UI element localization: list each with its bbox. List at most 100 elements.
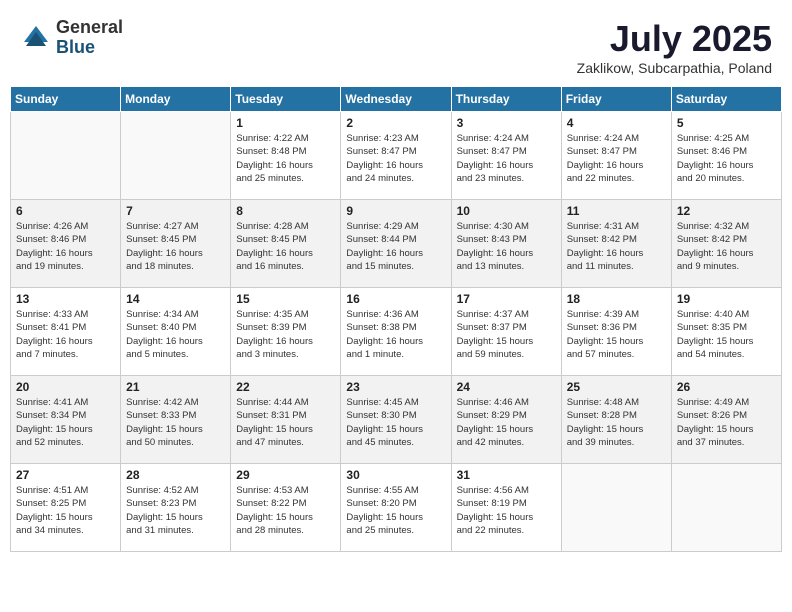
day-info: Sunrise: 4:39 AMSunset: 8:36 PMDaylight:… (567, 308, 666, 361)
day-info: Sunrise: 4:28 AMSunset: 8:45 PMDaylight:… (236, 220, 335, 273)
day-number: 15 (236, 292, 335, 306)
calendar-day-cell: 24 Sunrise: 4:46 AMSunset: 8:29 PMDayligh… (451, 376, 561, 464)
calendar-day-cell: 30Sunrise: 4:55 AMSunset: 8:20 PMDayligh… (341, 464, 451, 552)
calendar-day-cell: 3 Sunrise: 4:24 AMSunset: 8:47 PMDaylight… (451, 112, 561, 200)
calendar-table: SundayMondayTuesdayWednesdayThursdayFrid… (10, 86, 782, 552)
calendar-day-cell: 14Sunrise: 4:34 AMSunset: 8:40 PMDayligh… (121, 288, 231, 376)
day-number: 6 (16, 204, 115, 218)
calendar-day-cell: 20 Sunrise: 4:41 AMSunset: 8:34 PMDayligh… (11, 376, 121, 464)
day-number: 3 (457, 116, 556, 130)
month-title: July 2025 (577, 18, 772, 60)
calendar-day-cell: 11 Sunrise: 4:31 AMSunset: 8:42 PMDayligh… (561, 200, 671, 288)
day-info: Sunrise: 4:41 AMSunset: 8:34 PMDaylight:… (16, 396, 115, 449)
day-info: Sunrise: 4:56 AMSunset: 8:19 PMDaylight:… (457, 484, 556, 537)
day-info: Sunrise: 4:49 AMSunset: 8:26 PMDaylight:… (677, 396, 776, 449)
calendar-day-cell: 9 Sunrise: 4:29 AMSunset: 8:44 PMDaylight… (341, 200, 451, 288)
day-number: 1 (236, 116, 335, 130)
day-number: 23 (346, 380, 445, 394)
day-info: Sunrise: 4:27 AMSunset: 8:45 PMDaylight:… (126, 220, 225, 273)
day-number: 11 (567, 204, 666, 218)
calendar-day-cell: 21 Sunrise: 4:42 AMSunset: 8:33 PMDayligh… (121, 376, 231, 464)
day-info: Sunrise: 4:31 AMSunset: 8:42 PMDaylight:… (567, 220, 666, 273)
day-info: Sunrise: 4:45 AMSunset: 8:30 PMDaylight:… (346, 396, 445, 449)
calendar-day-cell: 1Sunrise: 4:22 AMSunset: 8:48 PMDaylight… (231, 112, 341, 200)
calendar-day-cell: 28Sunrise: 4:52 AMSunset: 8:23 PMDayligh… (121, 464, 231, 552)
calendar-day-cell: 31 Sunrise: 4:56 AMSunset: 8:19 PMDayligh… (451, 464, 561, 552)
day-number: 19 (677, 292, 776, 306)
day-info: Sunrise: 4:26 AMSunset: 8:46 PMDaylight:… (16, 220, 115, 273)
day-number: 22 (236, 380, 335, 394)
calendar-day-cell: 18 Sunrise: 4:39 AMSunset: 8:36 PMDayligh… (561, 288, 671, 376)
day-number: 12 (677, 204, 776, 218)
logo: General Blue (20, 18, 123, 58)
day-number: 17 (457, 292, 556, 306)
day-number: 30 (346, 468, 445, 482)
calendar-day-cell (671, 464, 781, 552)
weekday-header: Tuesday (231, 87, 341, 112)
weekday-header: Thursday (451, 87, 561, 112)
day-info: Sunrise: 4:42 AMSunset: 8:33 PMDaylight:… (126, 396, 225, 449)
day-number: 28 (126, 468, 225, 482)
calendar-day-cell: 25 Sunrise: 4:48 AMSunset: 8:28 PMDayligh… (561, 376, 671, 464)
day-info: Sunrise: 4:35 AMSunset: 8:39 PMDaylight:… (236, 308, 335, 361)
day-info: Sunrise: 4:24 AMSunset: 8:47 PMDaylight:… (567, 132, 666, 185)
day-number: 13 (16, 292, 115, 306)
calendar-day-cell (561, 464, 671, 552)
calendar-day-cell: 15 Sunrise: 4:35 AMSunset: 8:39 PMDayligh… (231, 288, 341, 376)
weekday-header: Wednesday (341, 87, 451, 112)
day-number: 8 (236, 204, 335, 218)
calendar-day-cell: 26 Sunrise: 4:49 AMSunset: 8:26 PMDayligh… (671, 376, 781, 464)
day-number: 7 (126, 204, 225, 218)
day-info: Sunrise: 4:46 AMSunset: 8:29 PMDaylight:… (457, 396, 556, 449)
day-info: Sunrise: 4:44 AMSunset: 8:31 PMDaylight:… (236, 396, 335, 449)
calendar-week-row: 20 Sunrise: 4:41 AMSunset: 8:34 PMDayligh… (11, 376, 782, 464)
day-info: Sunrise: 4:36 AMSunset: 8:38 PMDaylight:… (346, 308, 445, 361)
day-info: Sunrise: 4:40 AMSunset: 8:35 PMDaylight:… (677, 308, 776, 361)
calendar-day-cell: 5Sunrise: 4:25 AMSunset: 8:46 PMDaylight… (671, 112, 781, 200)
day-number: 18 (567, 292, 666, 306)
calendar-day-cell: 7 Sunrise: 4:27 AMSunset: 8:45 PMDaylight… (121, 200, 231, 288)
calendar-day-cell: 23 Sunrise: 4:45 AMSunset: 8:30 PMDayligh… (341, 376, 451, 464)
day-number: 2 (346, 116, 445, 130)
day-number: 24 (457, 380, 556, 394)
day-info: Sunrise: 4:30 AMSunset: 8:43 PMDaylight:… (457, 220, 556, 273)
day-number: 9 (346, 204, 445, 218)
weekday-header: Sunday (11, 87, 121, 112)
page-header: General Blue July 2025 Zaklikow, Subcarp… (10, 10, 782, 80)
logo-blue: Blue (56, 38, 123, 58)
day-number: 16 (346, 292, 445, 306)
weekday-header: Friday (561, 87, 671, 112)
weekday-header: Saturday (671, 87, 781, 112)
day-number: 25 (567, 380, 666, 394)
day-number: 27 (16, 468, 115, 482)
logo-text: General Blue (56, 18, 123, 58)
day-info: Sunrise: 4:32 AMSunset: 8:42 PMDaylight:… (677, 220, 776, 273)
title-block: July 2025 Zaklikow, Subcarpathia, Poland (577, 18, 772, 76)
day-number: 26 (677, 380, 776, 394)
calendar-day-cell (121, 112, 231, 200)
calendar-day-cell: 2Sunrise: 4:23 AMSunset: 8:47 PMDaylight… (341, 112, 451, 200)
weekday-header-row: SundayMondayTuesdayWednesdayThursdayFrid… (11, 87, 782, 112)
logo-general: General (56, 18, 123, 38)
calendar-day-cell: 13Sunrise: 4:33 AMSunset: 8:41 PMDayligh… (11, 288, 121, 376)
calendar-week-row: 13Sunrise: 4:33 AMSunset: 8:41 PMDayligh… (11, 288, 782, 376)
day-info: Sunrise: 4:51 AMSunset: 8:25 PMDaylight:… (16, 484, 115, 537)
calendar-day-cell: 10 Sunrise: 4:30 AMSunset: 8:43 PMDayligh… (451, 200, 561, 288)
calendar-day-cell: 17Sunrise: 4:37 AMSunset: 8:37 PMDayligh… (451, 288, 561, 376)
calendar-day-cell: 6 Sunrise: 4:26 AMSunset: 8:46 PMDaylight… (11, 200, 121, 288)
day-number: 10 (457, 204, 556, 218)
day-info: Sunrise: 4:24 AMSunset: 8:47 PMDaylight:… (457, 132, 556, 185)
calendar-day-cell: 27 Sunrise: 4:51 AMSunset: 8:25 PMDayligh… (11, 464, 121, 552)
day-number: 21 (126, 380, 225, 394)
calendar-day-cell: 8 Sunrise: 4:28 AMSunset: 8:45 PMDaylight… (231, 200, 341, 288)
location-subtitle: Zaklikow, Subcarpathia, Poland (577, 60, 772, 76)
day-number: 4 (567, 116, 666, 130)
calendar-day-cell: 4 Sunrise: 4:24 AMSunset: 8:47 PMDaylight… (561, 112, 671, 200)
logo-icon (20, 22, 52, 54)
calendar-week-row: 1Sunrise: 4:22 AMSunset: 8:48 PMDaylight… (11, 112, 782, 200)
day-number: 20 (16, 380, 115, 394)
day-number: 5 (677, 116, 776, 130)
day-info: Sunrise: 4:29 AMSunset: 8:44 PMDaylight:… (346, 220, 445, 273)
day-number: 31 (457, 468, 556, 482)
day-info: Sunrise: 4:48 AMSunset: 8:28 PMDaylight:… (567, 396, 666, 449)
